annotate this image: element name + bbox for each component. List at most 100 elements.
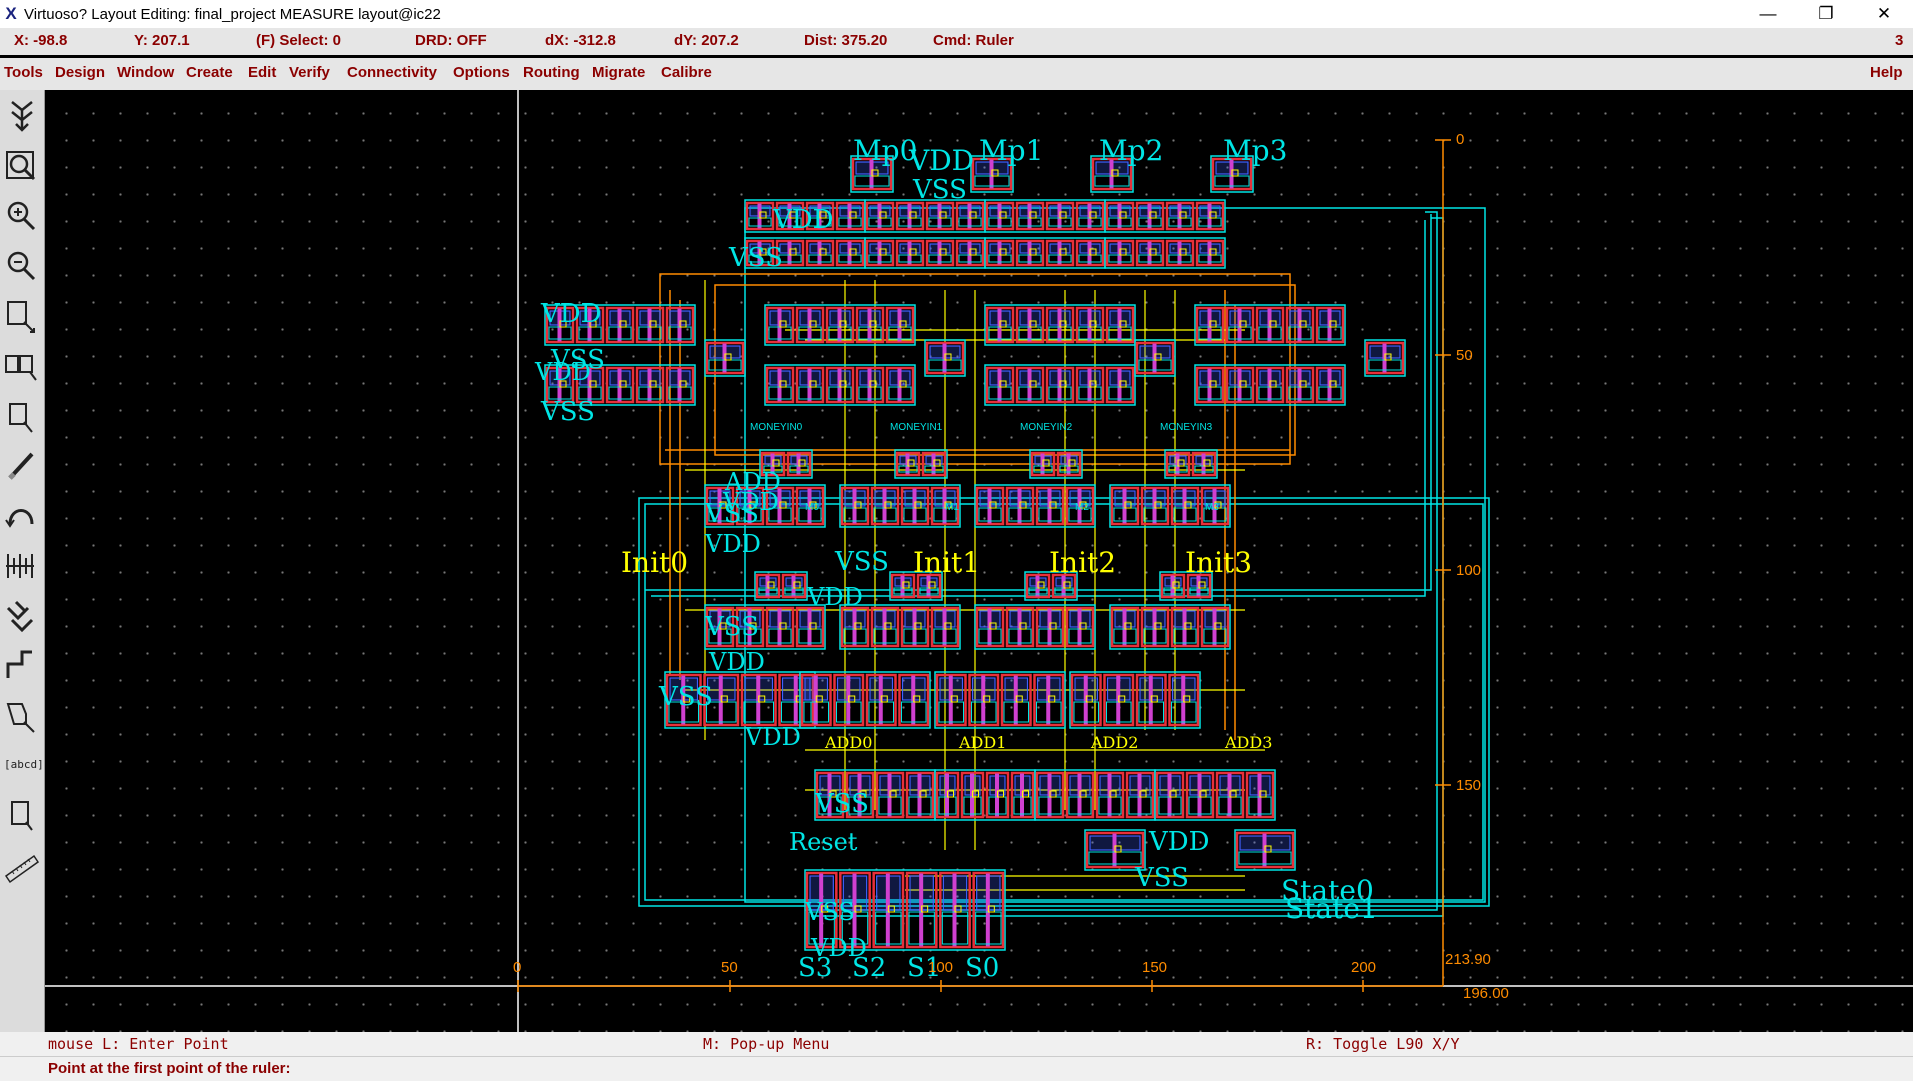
- menu-design[interactable]: Design: [55, 64, 105, 81]
- hint-right: R: Toggle L90 X/Y: [1306, 1035, 1460, 1053]
- property-icon[interactable]: [4, 544, 40, 586]
- close-button[interactable]: ✕: [1855, 0, 1913, 28]
- ruler-tick-y100: 100: [1456, 562, 1481, 579]
- label-mp3: Mp3: [1223, 134, 1287, 167]
- label-vdd-3: VDD: [540, 299, 601, 329]
- status-x: X: -98.8: [14, 32, 68, 49]
- prompt-text: Point at the first point of the ruler:: [48, 1060, 291, 1077]
- label-vdd-6: VDD: [704, 530, 761, 558]
- label-m2: M2: [1075, 502, 1089, 513]
- prompt-bar: Point at the first point of the ruler:: [0, 1056, 1913, 1081]
- status-select: (F) Select: 0: [256, 32, 342, 49]
- label-moneyin1: MONEYIN1: [890, 422, 943, 433]
- label-vss-4: VSS: [540, 397, 595, 427]
- label-moneyin2: MONEYIN2: [1020, 422, 1073, 433]
- label-init1: Init1: [913, 546, 980, 579]
- label-moneyin3: MONEYIN3: [1160, 422, 1213, 433]
- window-titlebar: X Virtuoso? Layout Editing: final_projec…: [0, 0, 1913, 28]
- ruler-tick-x100: 100: [928, 959, 953, 976]
- label-s2: S2: [852, 953, 886, 983]
- instance-icon[interactable]: [4, 594, 40, 636]
- label-s0: S0: [965, 953, 999, 983]
- rectangle-icon[interactable]: [4, 794, 40, 836]
- label-vdd-4: VDD: [534, 358, 591, 386]
- hint-left: mouse L: Enter Point: [48, 1035, 229, 1053]
- label-vss-8: VSS: [658, 682, 713, 712]
- label-vdd-7: VDD: [806, 583, 863, 611]
- delete-icon[interactable]: [4, 444, 40, 486]
- label-add3: ADD3: [1224, 733, 1272, 752]
- left-toolbar: [abcd]: [0, 90, 45, 1032]
- label-vdd-10: VDD: [1148, 827, 1209, 857]
- label-add0: ADD0: [824, 733, 872, 752]
- zoom-in-icon[interactable]: [4, 194, 40, 236]
- move-icon[interactable]: [4, 394, 40, 436]
- label-vdd-top: VDD: [908, 144, 974, 177]
- mouse-hint-bar: mouse L: Enter Point M: Pop-up Menu R: T…: [0, 1032, 1913, 1056]
- label-vss-7: VSS: [704, 612, 759, 642]
- label-moneyin0: MONEYIN0: [750, 422, 803, 433]
- label-mp1: Mp1: [979, 134, 1043, 167]
- label-m0: M0: [805, 502, 819, 513]
- menu-edit[interactable]: Edit: [248, 64, 276, 81]
- ruler-tick-y50: 50: [1456, 347, 1473, 364]
- ruler-tick-y150: 150: [1456, 777, 1481, 794]
- label-m3: M3: [1205, 502, 1219, 513]
- label-vdd-8: VDD: [708, 648, 765, 676]
- minimize-button[interactable]: —: [1739, 0, 1797, 28]
- status-count: 3: [1895, 32, 1904, 49]
- label-mp2: Mp2: [1099, 134, 1163, 167]
- menu-calibre[interactable]: Calibre: [661, 64, 712, 81]
- label-vdd-2: VDD: [772, 205, 833, 235]
- ruler-tick-x0: 0: [513, 959, 521, 976]
- ruler-tick-x150: 150: [1142, 959, 1167, 976]
- restore-button[interactable]: ❐: [1797, 0, 1855, 28]
- status-dist: Dist: 375.20: [804, 32, 888, 49]
- polygon-icon[interactable]: [4, 694, 40, 736]
- menu-help[interactable]: Help: [1870, 64, 1903, 81]
- ruler-tick-x200: 200: [1351, 959, 1376, 976]
- virtuoso-logo-icon: X: [5, 4, 17, 23]
- ruler-icon[interactable]: [4, 844, 40, 886]
- zoom-fit-icon[interactable]: [4, 144, 40, 186]
- menu-window[interactable]: Window: [117, 64, 174, 81]
- ruler-tick-y0: 0: [1456, 131, 1464, 148]
- menu-routing[interactable]: Routing: [523, 64, 580, 81]
- label-vss-11: VSS: [804, 898, 855, 926]
- status-drd: DRD: OFF: [415, 32, 487, 49]
- menu-verify[interactable]: Verify: [289, 64, 330, 81]
- label-state1: State1: [1285, 892, 1378, 925]
- layout-canvas[interactable]: Mp0 VDD Mp1 Mp2 Mp3 VSS VDD VSS VDD VSS …: [45, 90, 1913, 1032]
- ruler-end-y: 213.90: [1445, 951, 1491, 968]
- label-vss-6: VSS: [834, 547, 889, 577]
- status-cmd: Cmd: Ruler: [933, 32, 1014, 49]
- menu-options[interactable]: Options: [453, 64, 510, 81]
- save-icon[interactable]: [4, 94, 40, 136]
- label-init3: Init3: [1185, 546, 1252, 579]
- window-title: Virtuoso? Layout Editing: final_project …: [24, 5, 441, 23]
- path-icon[interactable]: [4, 644, 40, 686]
- label-icon[interactable]: [abcd]: [4, 744, 44, 786]
- label-init2: Init2: [1049, 546, 1116, 579]
- label-m1: M1: [945, 502, 959, 513]
- ruler-tick-x50: 50: [721, 959, 738, 976]
- label-vss-9: VSS: [814, 789, 869, 819]
- ruler-end-x: 196.00: [1463, 985, 1509, 1002]
- menu-create[interactable]: Create: [186, 64, 233, 81]
- menu-tools[interactable]: Tools: [4, 64, 43, 81]
- hint-middle: M: Pop-up Menu: [703, 1035, 830, 1053]
- menu-migrate[interactable]: Migrate: [592, 64, 645, 81]
- label-init0: Init0: [621, 546, 688, 579]
- label-add1: ADD1: [958, 733, 1006, 752]
- status-dy: dY: 207.2: [674, 32, 739, 49]
- label-vss-2: VSS: [728, 243, 783, 273]
- menu-connectivity[interactable]: Connectivity: [347, 64, 437, 81]
- coordinate-status-bar: X: -98.8 Y: 207.1 (F) Select: 0 DRD: OFF…: [0, 28, 1913, 55]
- label-s3: S3: [798, 953, 832, 983]
- label-vss-top: VSS: [912, 175, 967, 205]
- status-y: Y: 207.1: [134, 32, 190, 49]
- undo-icon[interactable]: [4, 494, 40, 536]
- zoom-out-icon[interactable]: [4, 244, 40, 286]
- copy-icon[interactable]: [4, 344, 40, 386]
- stretch-icon[interactable]: [4, 294, 40, 336]
